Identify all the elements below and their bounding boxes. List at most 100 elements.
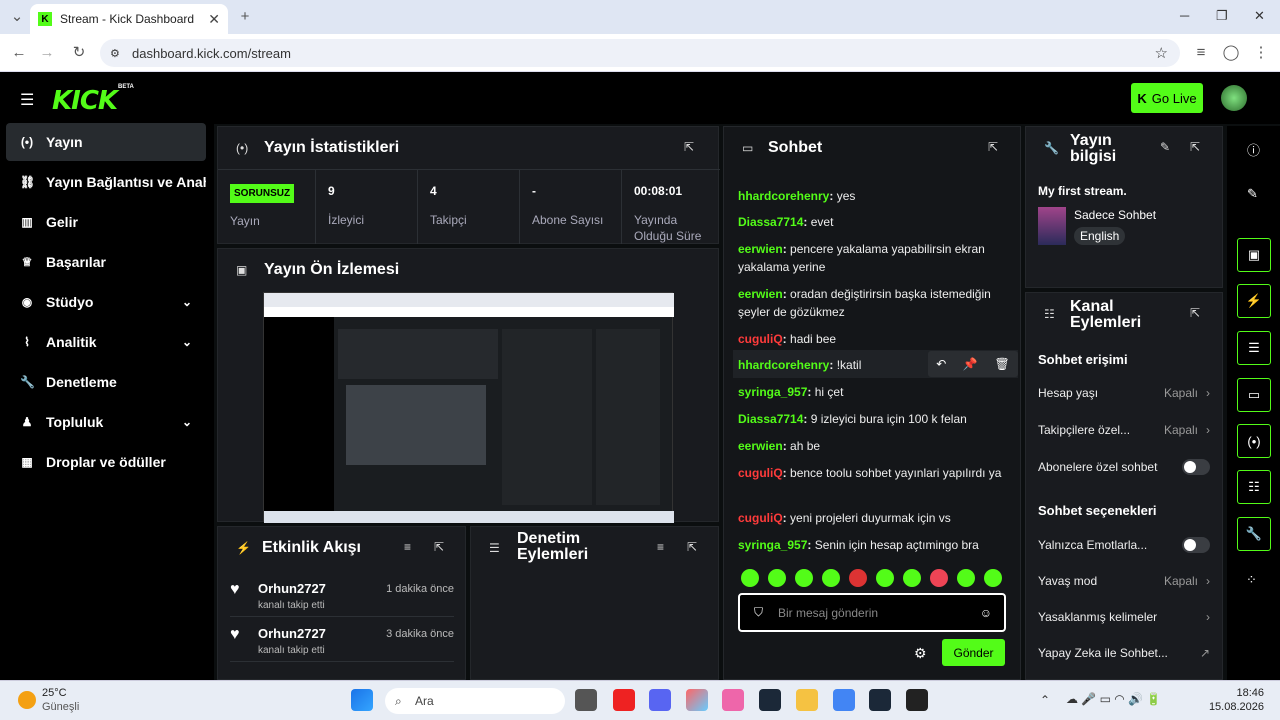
popout-icon[interactable]: ⇱: [988, 140, 998, 154]
send-button[interactable]: Gönder: [942, 639, 1005, 666]
emote-icon[interactable]: [741, 569, 759, 587]
go-live-button[interactable]: K Go Live: [1131, 83, 1203, 113]
task-view-icon[interactable]: [575, 689, 597, 711]
chat-username[interactable]: cuguliQ: [738, 332, 783, 346]
sidebar-item-denetleme[interactable]: 🔧 Denetleme: [6, 363, 206, 401]
sidebar-item-gelir[interactable]: ▥ Gelir: [6, 203, 206, 241]
sidebar-item-yayin[interactable]: (•) Yayın: [6, 123, 206, 161]
chat-message[interactable]: eerwien: ah be: [738, 437, 1008, 455]
setting-followers-only[interactable]: Takipçilere özel... Kapalı ›: [1038, 423, 1210, 437]
close-window-icon[interactable]: ✕: [1254, 8, 1265, 24]
chat-message[interactable]: syringa_957: hi çet: [738, 383, 1008, 401]
chat-username[interactable]: hhardcorehenry: [738, 358, 829, 372]
site-info-icon[interactable]: ⚙: [110, 47, 120, 60]
emote-icon[interactable]: [876, 569, 894, 587]
popout-icon[interactable]: ⇱: [434, 540, 444, 554]
info-icon[interactable]: ⓘ: [1247, 140, 1260, 159]
emote-icon[interactable]: [822, 569, 840, 587]
emoji-picker-icon[interactable]: ☺: [980, 606, 992, 620]
emote-only-toggle[interactable]: [1182, 537, 1210, 553]
rail-stats-button[interactable]: (•): [1237, 424, 1271, 458]
browser-tab[interactable]: K Stream - Kick Dashboard ✕: [30, 4, 228, 34]
rail-moderation-button[interactable]: ☰: [1237, 331, 1271, 365]
chat-username[interactable]: syringa_957: [738, 385, 807, 399]
profile-icon[interactable]: ◯: [1222, 44, 1240, 62]
menu-icon[interactable]: ⋮: [1252, 44, 1270, 62]
steam-icon[interactable]: [869, 689, 891, 711]
photos-icon[interactable]: [722, 689, 744, 711]
chat-message[interactable]: eerwien: oradan değiştirirsin başka iste…: [738, 285, 1008, 321]
filter-icon[interactable]: ≡: [657, 540, 664, 554]
minimize-icon[interactable]: ─: [1180, 8, 1189, 23]
discord-icon[interactable]: [649, 689, 671, 711]
setting-ai-chat[interactable]: Yapay Zeka ile Sohbet... ↗: [1038, 646, 1210, 660]
maximize-icon[interactable]: ❐: [1216, 8, 1228, 24]
close-tab-icon[interactable]: ✕: [208, 11, 220, 28]
steam-icon[interactable]: [759, 689, 781, 711]
emote-icon[interactable]: [984, 569, 1002, 587]
taskbar-search[interactable]: ⌕ Ara: [385, 688, 565, 714]
url-field[interactable]: ⚙ dashboard.kick.com/stream ☆: [100, 39, 1180, 67]
emote-icon[interactable]: [957, 569, 975, 587]
emote-icon[interactable]: [849, 569, 867, 587]
emote-icon[interactable]: [768, 569, 786, 587]
popout-icon[interactable]: ⇱: [684, 140, 694, 154]
tray-icons[interactable]: ☁ 🎤 ▭ ◠ 🔊 🔋: [1066, 692, 1161, 706]
hamburger-menu-icon[interactable]: ☰: [20, 90, 34, 110]
chat-message[interactable]: hhardcorehenry: yes: [738, 187, 1008, 205]
emote-icon[interactable]: [930, 569, 948, 587]
rail-channel-actions-button[interactable]: ☷: [1237, 470, 1271, 504]
sidebar-item-analitik[interactable]: ⌇ Analitik ⌄: [6, 323, 206, 361]
setting-slow-mode[interactable]: Yavaş mod Kapalı ›: [1038, 574, 1210, 588]
chevron-up-icon[interactable]: ⌃: [1040, 693, 1050, 707]
reload-icon[interactable]: ↻: [70, 44, 88, 62]
setting-banned-words[interactable]: Yasaklanmış kelimeler ›: [1038, 610, 1210, 624]
chat-message[interactable]: syringa_957: Senin için hesap açtımingo …: [738, 536, 1008, 554]
rail-stream-info-button[interactable]: 🔧: [1237, 517, 1271, 551]
media-icon[interactable]: ≡: [1192, 44, 1210, 62]
tab-list-icon[interactable]: ⌄: [8, 8, 26, 26]
chat-username[interactable]: eerwien: [738, 242, 783, 256]
opera-icon[interactable]: [613, 689, 635, 711]
reply-icon[interactable]: ↶: [936, 357, 946, 371]
rail-activity-button[interactable]: ⚡: [1237, 284, 1271, 318]
chat-message[interactable]: Diassa7714: 9 izleyici bura için 100 k f…: [738, 410, 1008, 428]
chat-settings-gear-icon[interactable]: ⚙: [914, 645, 927, 662]
edit-icon[interactable]: ✎: [1247, 186, 1258, 202]
chat-username[interactable]: syringa_957: [738, 538, 807, 552]
chat-username[interactable]: cuguliQ: [738, 511, 783, 525]
file-explorer-icon[interactable]: [796, 689, 818, 711]
edit-icon[interactable]: ✎: [1160, 140, 1170, 154]
windows-start-icon[interactable]: [351, 689, 373, 711]
emote-icon[interactable]: [795, 569, 813, 587]
kick-logo[interactable]: KICK: [52, 86, 118, 116]
rail-preview-button[interactable]: ▣: [1237, 238, 1271, 272]
pin-icon[interactable]: 📌: [963, 357, 978, 371]
clock-date[interactable]: 15.08.2026: [1204, 701, 1264, 713]
chat-message[interactable]: cuguliQ: bence toolu sohbet yayınlari ya…: [738, 464, 1008, 482]
chat-message[interactable]: eerwien: pencere yakalama yapabilirsin e…: [738, 240, 1008, 276]
chrome-icon[interactable]: [833, 689, 855, 711]
emote-icon[interactable]: [903, 569, 921, 587]
chat-username[interactable]: Diassa7714: [738, 412, 803, 426]
sidebar-item-studyo[interactable]: ◉ Stüdyo ⌄: [6, 283, 206, 321]
new-tab-icon[interactable]: +: [236, 8, 254, 26]
setting-account-age[interactable]: Hesap yaşı Kapalı ›: [1038, 386, 1210, 400]
chat-username[interactable]: cuguliQ: [738, 466, 783, 480]
sidebar-item-basarilar[interactable]: ♕ Başarılar: [6, 243, 206, 281]
user-avatar[interactable]: [1221, 85, 1247, 111]
clock-time[interactable]: 18:46: [1214, 687, 1264, 699]
chat-message[interactable]: cuguliQ: yeni projeleri duyurmak için vs: [738, 509, 1008, 527]
bookmark-star-icon[interactable]: ☆: [1155, 44, 1168, 62]
forward-icon[interactable]: →: [38, 44, 56, 62]
github-icon[interactable]: [906, 689, 928, 711]
chat-username[interactable]: Diassa7714: [738, 215, 803, 229]
chat-input[interactable]: ⛉ Bir mesaj gönderin ☺: [738, 593, 1006, 632]
chat-message[interactable]: Diassa7714: evet: [738, 213, 1008, 231]
chat-message[interactable]: cuguliQ: hadi bee: [738, 330, 1008, 348]
trash-icon[interactable]: 🗑: [994, 357, 1009, 371]
sidebar-item-droplar[interactable]: ▦ Droplar ve ödüller: [6, 443, 206, 481]
popout-icon[interactable]: ⇱: [687, 540, 697, 554]
sidebar-item-topluluk[interactable]: ♟ Topluluk ⌄: [6, 403, 206, 441]
chat-username[interactable]: eerwien: [738, 439, 783, 453]
